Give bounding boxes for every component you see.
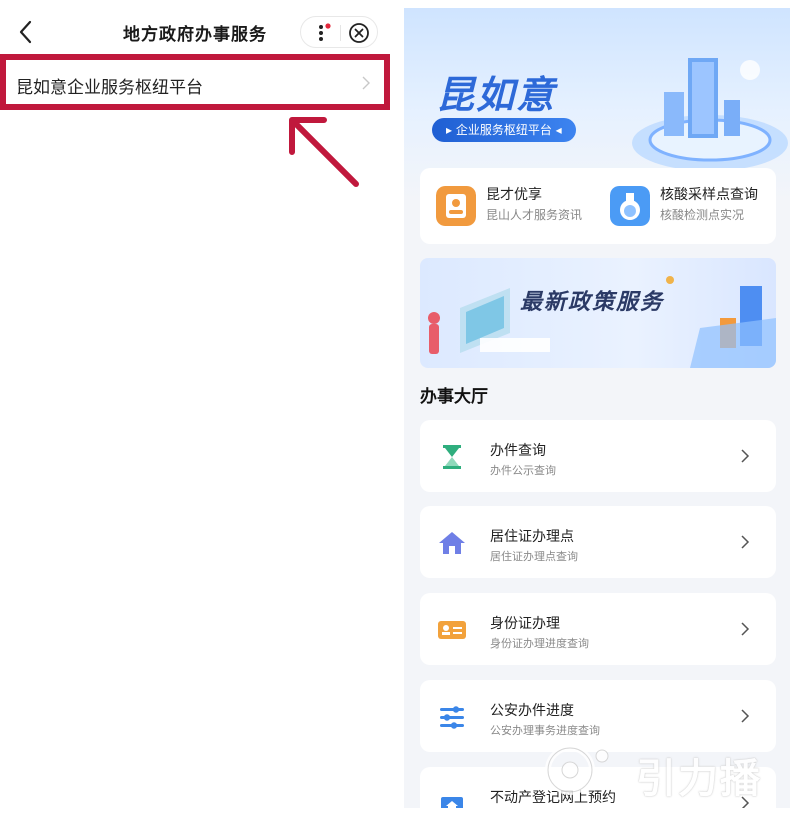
chevron-right-icon	[741, 449, 750, 463]
watermark-text: 引力播	[636, 756, 762, 802]
more-icon[interactable]	[311, 21, 335, 45]
hourglass-icon	[443, 445, 461, 469]
flask-icon	[610, 186, 650, 226]
policy-banner[interactable]: 最新政策服务	[420, 258, 776, 368]
chevron-right-icon	[741, 535, 750, 549]
pointer-arrow-icon	[289, 117, 359, 187]
left-screen: 地方政府办事服务 昆如意企业服务枢纽平台	[0, 0, 390, 822]
service-subtitle: 居住证办理点查询	[490, 550, 578, 563]
service-subtitle: 身份证办理进度查询	[490, 637, 589, 650]
service-title: 居住证办理点	[490, 529, 574, 545]
service-title: 身份证办理	[490, 616, 560, 632]
service-item[interactable]: 办件查询 办件公示查询	[420, 420, 776, 492]
sliders-icon	[440, 706, 464, 729]
quick-link-subtitle: 核酸检测点实况	[660, 208, 745, 222]
brand-subtitle: 企业服务枢纽平台	[455, 123, 552, 137]
id-card-icon	[438, 621, 466, 639]
right-screen: 昆如意 ▸ 企业服务枢纽平台 ◂ 昆才优享 昆山人才服务资讯 核酸采样点查询 核…	[404, 8, 790, 808]
quick-link-title: 昆才优享	[486, 187, 542, 203]
search-result-label: 昆如意企业服务枢纽平台	[16, 78, 203, 98]
section-title: 办事大厅	[420, 387, 488, 407]
watermark: 引力播	[540, 742, 790, 802]
banner-title: 最新政策服务	[520, 290, 665, 315]
chevron-right-icon	[741, 709, 750, 723]
quick-link-subtitle: 昆山人才服务资讯	[486, 208, 583, 222]
brand-logo-text: 昆如意	[436, 73, 557, 117]
person-card-icon	[436, 186, 476, 226]
service-title: 公安办件进度	[490, 703, 574, 719]
chevron-right-icon	[362, 76, 370, 90]
quick-link-title: 核酸采样点查询	[660, 187, 758, 203]
service-subtitle: 公安办理事务进度查询	[490, 724, 600, 737]
house-icon	[439, 532, 465, 554]
building-icon	[441, 797, 463, 808]
quick-link-nucleic[interactable]: 核酸采样点查询 核酸检测点实况	[610, 184, 770, 230]
service-item[interactable]: 居住证办理点 居住证办理点查询	[420, 506, 776, 578]
play-icon: ▸	[446, 123, 456, 137]
capsule-divider	[340, 25, 341, 41]
brand-subtitle-pill: ▸ 企业服务枢纽平台 ◂	[432, 118, 576, 142]
mini-program-capsule	[300, 16, 378, 48]
nav-bar: 地方政府办事服务	[0, 0, 390, 62]
play-left-icon: ◂	[551, 123, 562, 137]
watermark-logo-icon	[545, 745, 609, 795]
close-icon[interactable]	[347, 21, 371, 45]
search-result-item[interactable]: 昆如意企业服务枢纽平台	[0, 54, 390, 110]
chevron-right-icon	[741, 622, 750, 636]
service-title: 办件查询	[490, 443, 546, 459]
city-tower-illustration	[632, 58, 788, 171]
service-item[interactable]: 身份证办理 身份证办理进度查询	[420, 593, 776, 665]
quick-links-card: 昆才优享 昆山人才服务资讯 核酸采样点查询 核酸检测点实况	[420, 168, 776, 244]
service-subtitle: 办件公示查询	[490, 464, 556, 477]
quick-link-talent[interactable]: 昆才优享 昆山人才服务资讯	[436, 184, 606, 230]
